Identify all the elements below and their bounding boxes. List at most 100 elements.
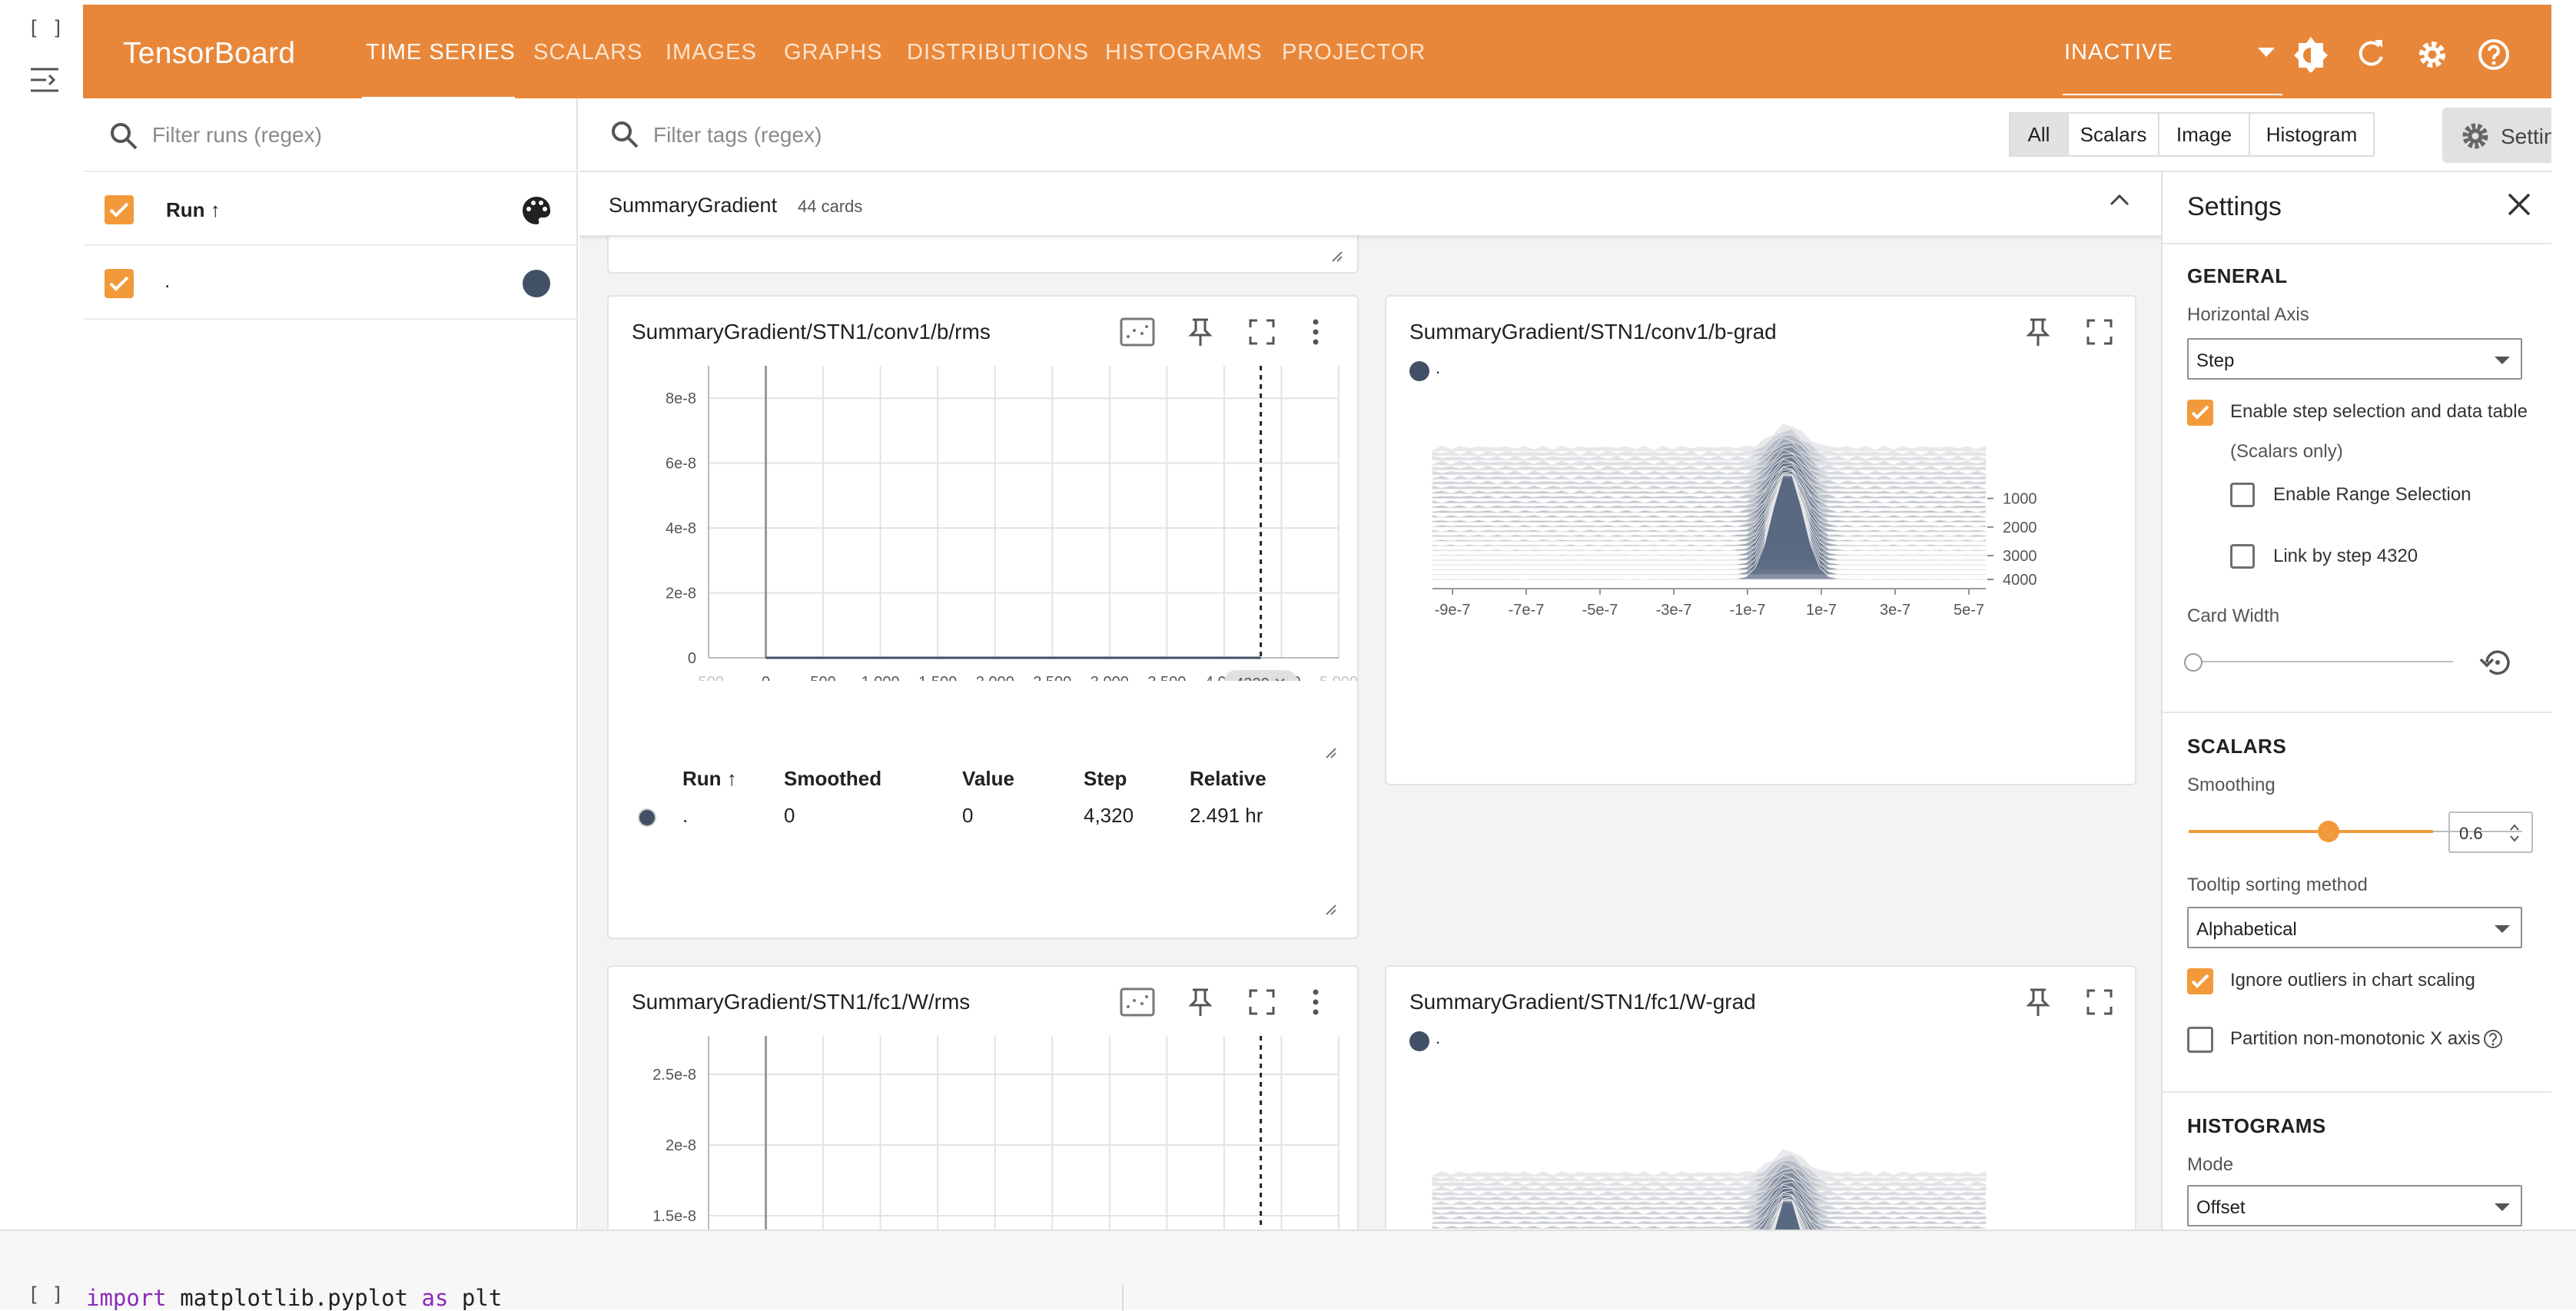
theme-icon[interactable] bbox=[2292, 34, 2330, 72]
close-icon[interactable] bbox=[2505, 191, 2533, 218]
select-all-runs-checkbox[interactable] bbox=[105, 195, 134, 224]
refresh-icon[interactable] bbox=[2352, 34, 2390, 72]
brand-logo[interactable]: TensorBoard bbox=[123, 37, 295, 71]
runs-filter-input[interactable]: Filter runs (regex) bbox=[152, 123, 322, 148]
resize-handle-icon[interactable] bbox=[1325, 747, 1337, 759]
fullscreen-icon[interactable] bbox=[2086, 318, 2113, 346]
histogram-chart[interactable]: 1000 bbox=[1386, 1074, 2136, 1230]
tab-projector[interactable]: PROJECTOR bbox=[1282, 40, 1426, 65]
fullscreen-icon[interactable] bbox=[1248, 318, 1276, 346]
y-tick-label: 4e-8 bbox=[666, 520, 696, 537]
tags-filter-input[interactable]: Filter tags (regex) bbox=[653, 123, 822, 148]
tab-scalars[interactable]: SCALARS bbox=[533, 40, 642, 65]
card-width-thumb[interactable] bbox=[2184, 653, 2203, 672]
more-vert-icon[interactable] bbox=[1310, 318, 1322, 346]
pin-icon[interactable] bbox=[2024, 317, 2052, 347]
enable-range-selection-label: Enable Range Selection bbox=[2273, 484, 2471, 505]
filter-image-button[interactable]: Image bbox=[2159, 114, 2250, 155]
ignore-outliers-label: Ignore outliers in chart scaling bbox=[2230, 970, 2475, 991]
resize-handle-icon[interactable] bbox=[1325, 904, 1337, 916]
histogram-card-conv1-b-grad: SummaryGradient/STN1/conv1/b-grad . 1000… bbox=[1385, 295, 2136, 785]
smoothing-track-filled bbox=[2189, 830, 2433, 833]
gear-icon bbox=[2459, 120, 2491, 152]
resize-handle-icon[interactable] bbox=[1331, 251, 1343, 263]
run-color-swatch[interactable] bbox=[523, 270, 550, 297]
histogram-slice bbox=[1432, 428, 1987, 456]
mode-label: Mode bbox=[2187, 1154, 2234, 1175]
enable-step-selection-checkbox[interactable] bbox=[2187, 400, 2213, 426]
cell-run-bracket[interactable]: [ ] bbox=[28, 17, 64, 40]
card-title: SummaryGradient/STN1/conv1/b/rms bbox=[632, 320, 991, 344]
chevron-down-icon[interactable] bbox=[2258, 48, 2275, 58]
smoothing-thumb[interactable] bbox=[2318, 821, 2339, 842]
enable-step-selection-label: Enable step selection and data table bbox=[2230, 401, 2528, 422]
more-vert-icon[interactable] bbox=[1310, 988, 1322, 1016]
smoothing-input[interactable]: 0.6 bbox=[2448, 811, 2533, 853]
histogram-mode-value: Offset bbox=[2196, 1197, 2246, 1218]
table-header-relative[interactable]: Relative bbox=[1190, 767, 1266, 791]
code-cell: [ ] import matplotlib.pyplot as plt bbox=[0, 1230, 2576, 1311]
help-icon[interactable] bbox=[2482, 1028, 2504, 1050]
tab-histograms[interactable]: HISTOGRAMS bbox=[1105, 40, 1262, 65]
table-header-step[interactable]: Step bbox=[1084, 767, 1127, 791]
histogram-mode-select[interactable]: Offset bbox=[2187, 1185, 2522, 1226]
dropdown-caret-icon bbox=[2495, 357, 2510, 364]
table-header-value[interactable]: Value bbox=[962, 767, 1014, 791]
filter-histogram-button[interactable]: Histogram bbox=[2250, 114, 2373, 155]
run-checkbox[interactable] bbox=[105, 269, 134, 298]
runs-filter: Filter runs (regex) bbox=[83, 98, 578, 172]
pin-icon[interactable] bbox=[1187, 987, 1214, 1017]
histogram-chart[interactable]: 1000 2000 3000 4000 -9e-7 -7e-7 -5e-7 -3e-7 -1e-… bbox=[1386, 404, 2136, 773]
table-header-smoothed[interactable]: Smoothed bbox=[784, 767, 881, 791]
card-width-track[interactable] bbox=[2193, 661, 2453, 662]
reset-icon[interactable] bbox=[2479, 647, 2513, 678]
settings-pane: Settings GENERAL Horizontal Axis Step En… bbox=[2161, 172, 2551, 1230]
tab-graphs[interactable]: GRAPHS bbox=[784, 40, 882, 65]
gear-icon[interactable] bbox=[2413, 34, 2452, 72]
fullscreen-icon[interactable] bbox=[1248, 988, 1276, 1016]
pin-icon[interactable] bbox=[2024, 987, 2052, 1017]
section-histograms: HISTOGRAMS bbox=[2187, 1114, 2326, 1137]
legend-dot bbox=[1409, 1031, 1429, 1051]
plugin-status-select[interactable]: INACTIVE bbox=[2064, 40, 2173, 65]
x-tick-label: 3,500 bbox=[1147, 674, 1186, 681]
link-by-step-checkbox[interactable] bbox=[2230, 544, 2255, 569]
stepper-icon[interactable] bbox=[2508, 822, 2521, 844]
ignore-outliers-checkbox[interactable] bbox=[2187, 968, 2213, 994]
collapse-output-icon[interactable] bbox=[29, 66, 60, 94]
fullscreen-icon[interactable] bbox=[2086, 988, 2113, 1016]
run-column-header[interactable]: Run ↑ bbox=[166, 198, 221, 222]
cell-run-bracket[interactable]: [ ] bbox=[28, 1283, 64, 1306]
fit-domain-icon[interactable] bbox=[1119, 987, 1156, 1017]
x-tick-label: 0 bbox=[762, 674, 770, 681]
chevron-up-icon[interactable] bbox=[2109, 192, 2130, 207]
table-cell-step: 4,320 bbox=[1084, 804, 1134, 827]
tooltip-sort-select[interactable]: Alphabetical bbox=[2187, 907, 2522, 948]
y-tick-label: 8e-8 bbox=[666, 390, 696, 407]
line-chart[interactable]: 2.5e-8 2e-8 1.5e-8 bbox=[609, 1028, 1359, 1230]
status-underline bbox=[2063, 94, 2282, 95]
pin-icon[interactable] bbox=[1187, 317, 1214, 347]
smoothing-label: Smoothing bbox=[2187, 775, 2276, 795]
tab-distributions[interactable]: DISTRIBUTIONS bbox=[907, 40, 1089, 65]
palette-icon[interactable] bbox=[520, 194, 553, 227]
horizontal-axis-select[interactable]: Step bbox=[2187, 338, 2522, 380]
y-tick-label: 3000 bbox=[2003, 548, 2037, 565]
partition-checkbox[interactable] bbox=[2187, 1027, 2213, 1053]
run-row[interactable]: . bbox=[83, 246, 578, 320]
tab-time-series[interactable]: TIME SERIES bbox=[366, 40, 516, 65]
code-line[interactable]: import matplotlib.pyplot as plt bbox=[86, 1285, 502, 1311]
line-chart[interactable]: -50005001,0001,5002,0002,5003,0003,5004,… bbox=[609, 358, 1359, 681]
settings-button[interactable]: Settings bbox=[2442, 108, 2551, 163]
filter-scalars-button[interactable]: Scalars bbox=[2069, 114, 2159, 155]
enable-range-selection-checkbox[interactable] bbox=[2230, 483, 2255, 507]
card-title: SummaryGradient/STN1/conv1/b-grad bbox=[1409, 320, 1777, 344]
help-icon[interactable] bbox=[2475, 34, 2513, 72]
group-header[interactable]: SummaryGradient 44 cards bbox=[579, 172, 2161, 237]
filter-all-button[interactable]: All bbox=[2010, 114, 2069, 155]
horizontal-axis-value: Step bbox=[2196, 350, 2235, 371]
tab-images[interactable]: IMAGES bbox=[666, 40, 757, 65]
table-header-run[interactable]: Run ↑ bbox=[682, 767, 737, 791]
code-keyword: import bbox=[86, 1285, 167, 1311]
fit-domain-icon[interactable] bbox=[1119, 317, 1156, 347]
